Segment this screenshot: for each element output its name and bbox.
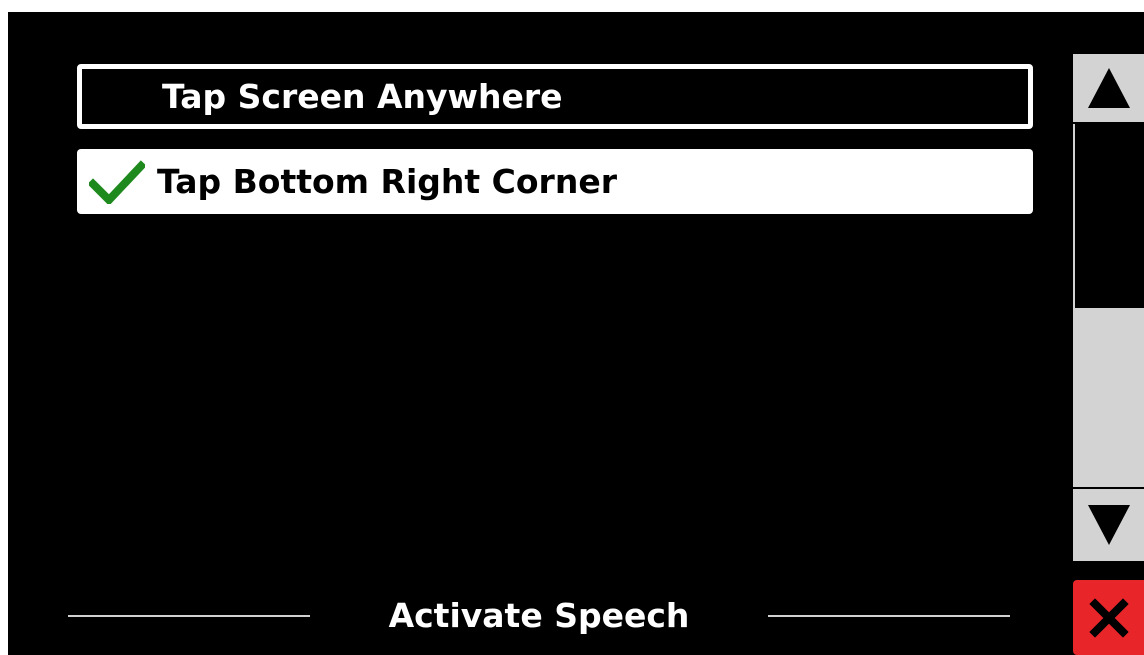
triangle-up-icon [1087, 68, 1130, 108]
scroll-down-button[interactable] [1073, 487, 1144, 561]
footer-divider-right [768, 615, 1010, 617]
page-title: Activate Speech [388, 596, 690, 635]
close-button[interactable] [1073, 580, 1144, 655]
scroll-track-edge [1073, 124, 1075, 308]
option-tap-bottom-right-corner[interactable]: Tap Bottom Right Corner [77, 149, 1033, 214]
close-icon [1088, 597, 1129, 638]
check-slot-empty [82, 69, 162, 124]
scroll-up-button[interactable] [1073, 54, 1144, 124]
option-label: Tap Screen Anywhere [162, 77, 563, 116]
speech-settings-screen: Tap Screen Anywhere Tap Bottom Right Cor… [8, 12, 1144, 655]
checkmark-icon [77, 149, 157, 214]
triangle-down-icon [1087, 505, 1130, 545]
option-tap-screen-anywhere[interactable]: Tap Screen Anywhere [77, 64, 1033, 129]
option-label: Tap Bottom Right Corner [157, 162, 617, 201]
scroll-thumb[interactable] [1073, 308, 1144, 487]
footer-divider-left [68, 615, 310, 617]
